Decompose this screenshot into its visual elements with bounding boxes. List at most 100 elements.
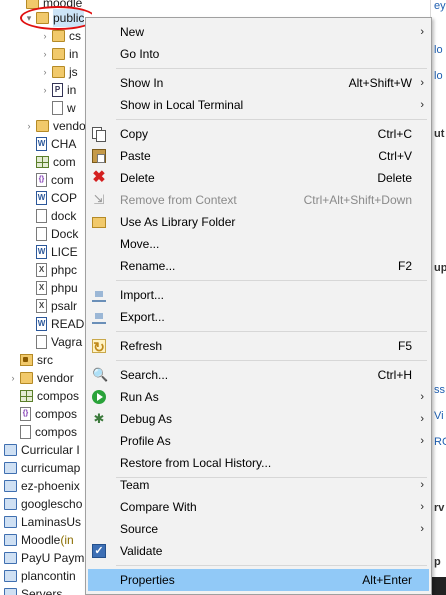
tree-item[interactable]: › Pin <box>40 81 76 99</box>
menu-item-debug-as[interactable]: ✱ Debug As › <box>88 408 429 430</box>
tree-item[interactable]: compos <box>18 423 77 441</box>
tree-item-project[interactable]: curricumap <box>2 459 80 477</box>
menu-item-go-into[interactable]: Go Into <box>88 43 429 65</box>
tree-item[interactable]: W READ <box>34 315 84 333</box>
menu-item-profile-as[interactable]: Profile As › <box>88 430 429 452</box>
menu-item-move[interactable]: Move... <box>88 233 429 255</box>
expand-chevron-icon[interactable]: › <box>40 45 50 63</box>
tree-item[interactable]: w <box>50 99 76 117</box>
panel-fragment[interactable]: lo <box>434 70 443 82</box>
menu-item-delete[interactable]: ✖ Delete Delete <box>88 167 429 189</box>
folder-icon <box>52 66 65 78</box>
tree-item[interactable]: Xphpu <box>34 279 78 297</box>
submenu-arrow-icon: › <box>420 99 424 111</box>
tree-item-project[interactable]: Moodle (in <box>2 531 74 549</box>
submenu-arrow-icon: › <box>420 26 424 38</box>
shortcut-label: Ctrl+C <box>377 127 412 141</box>
menu-item-refresh[interactable]: ↻ Refresh F5 <box>88 335 429 357</box>
source-folder-icon <box>20 354 33 366</box>
xml-file-icon: X <box>36 281 47 295</box>
tree-item[interactable]: {} compos <box>18 405 77 423</box>
submenu-arrow-icon: › <box>420 391 424 403</box>
file-icon <box>36 209 47 223</box>
menu-item-use-as-library-folder[interactable]: Use As Library Folder <box>88 211 429 233</box>
menu-item-rename[interactable]: Rename... F2 <box>88 255 429 277</box>
project-decoration: (in <box>60 533 74 547</box>
tree-item-project[interactable]: googlescho <box>2 495 82 513</box>
grid-file-icon <box>36 156 49 168</box>
menu-item-copy[interactable]: Copy Ctrl+C <box>88 123 429 145</box>
tree-item[interactable]: com <box>34 153 76 171</box>
tree-item-vendor[interactable]: › vendor <box>8 369 74 387</box>
expand-chevron-icon[interactable]: › <box>40 81 50 99</box>
menu-item-validate[interactable]: ✓ Validate <box>88 540 429 562</box>
project-icon <box>4 552 17 564</box>
tree-item[interactable]: W COP <box>34 189 77 207</box>
folder-icon <box>36 120 49 132</box>
menu-item-paste[interactable]: Paste Ctrl+V <box>88 145 429 167</box>
tree-item-project[interactable]: LaminasUs <box>2 513 81 531</box>
menu-item-new[interactable]: New › <box>88 21 429 43</box>
menu-item-export[interactable]: Export... <box>88 306 429 328</box>
tree-item[interactable]: › js <box>40 63 78 81</box>
validate-icon: ✓ <box>92 544 106 558</box>
menu-item-properties[interactable]: Properties Alt+Enter <box>88 569 429 591</box>
tree-item[interactable]: {} com <box>34 171 74 189</box>
word-doc-icon: W <box>36 245 47 259</box>
tree-item[interactable]: compos <box>18 387 79 405</box>
menu-item-team[interactable]: Team › <box>88 474 429 496</box>
expand-chevron-icon[interactable]: › <box>24 117 34 135</box>
tree-item[interactable]: Vagra <box>34 333 82 351</box>
library-folder-icon <box>92 217 106 228</box>
tree-item[interactable]: Xpsalr <box>34 297 77 315</box>
tree-item[interactable]: W CHA <box>34 135 76 153</box>
file-icon <box>36 335 47 349</box>
tree-item-project[interactable]: Curricular I <box>2 441 80 459</box>
menu-item-run-as[interactable]: Run As › <box>88 386 429 408</box>
delete-icon: ✖ <box>92 169 106 186</box>
tree-item-src[interactable]: src <box>18 351 53 369</box>
tree-item-project[interactable]: plancontin <box>2 567 76 585</box>
tree-item-project[interactable]: ez-phoenix <box>2 477 80 495</box>
menu-item-compare-with[interactable]: Compare With › <box>88 496 429 518</box>
menu-item-source[interactable]: Source › <box>88 518 429 540</box>
shortcut-label: Delete <box>377 171 412 185</box>
menu-item-import[interactable]: Import... <box>88 284 429 306</box>
panel-fragment[interactable]: ey <box>434 0 446 12</box>
menu-item-restore-from-local-history[interactable]: Restore from Local History... <box>88 452 429 474</box>
tree-item-project[interactable]: Servers <box>2 585 62 595</box>
shortcut-label: Alt+Shift+W <box>348 76 412 90</box>
shortcut-label: Alt+Enter <box>362 573 412 587</box>
shortcut-label: F2 <box>397 259 412 273</box>
menu-separator <box>116 360 427 361</box>
panel-fragment[interactable]: lo <box>434 44 443 56</box>
submenu-arrow-icon: › <box>420 479 424 491</box>
tree-item[interactable]: Xphpc <box>34 261 77 279</box>
panel-fragment[interactable]: ss <box>434 384 445 396</box>
tree-item[interactable]: dock <box>34 207 76 225</box>
panel-fragment[interactable]: Vi <box>434 410 444 422</box>
panel-fragment[interactable]: RC <box>434 436 446 448</box>
menu-item-show-in[interactable]: Show In Alt+Shift+W › <box>88 72 429 94</box>
menu-separator <box>116 331 427 332</box>
tree-item[interactable]: W LICE <box>34 243 78 261</box>
folder-icon <box>52 48 65 60</box>
menu-item-show-in-local-terminal[interactable]: Show in Local Terminal › <box>88 94 429 116</box>
expand-chevron-icon[interactable]: › <box>40 63 50 81</box>
copy-icon <box>92 127 106 142</box>
context-menu: New › Go Into Show In Alt+Shift+W › Show… <box>85 17 432 595</box>
search-icon: 🔍 <box>92 367 109 382</box>
json-file-icon: {} <box>36 173 47 187</box>
panel-fragment: rv <box>434 502 445 514</box>
tree-item[interactable]: › in <box>40 45 79 63</box>
refresh-icon: ↻ <box>92 339 106 355</box>
remove-context-icon: ⇲ <box>93 192 105 207</box>
expand-chevron-icon[interactable]: › <box>8 369 18 387</box>
run-icon <box>92 390 106 404</box>
xml-file-icon: X <box>36 263 47 277</box>
tree-item[interactable]: Dock <box>34 225 78 243</box>
tree-item[interactable]: › vendo <box>24 117 86 135</box>
folder-icon <box>52 30 65 42</box>
tree-item-project[interactable]: PayU Paym <box>2 549 84 567</box>
menu-item-search[interactable]: 🔍 Search... Ctrl+H <box>88 364 429 386</box>
